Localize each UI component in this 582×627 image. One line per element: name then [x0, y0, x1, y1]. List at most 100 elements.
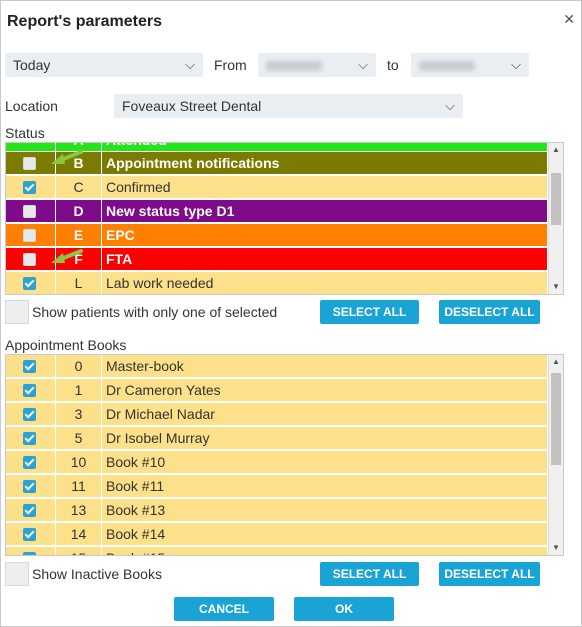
report-parameters-dialog: Report's parameters ✕ Today ⌵ From ⌵ to …: [0, 0, 582, 627]
row-checkbox-cell[interactable]: [6, 475, 56, 498]
scroll-up-icon[interactable]: ▲: [549, 143, 563, 157]
row-code: 0: [56, 355, 102, 378]
row-checkbox-cell[interactable]: [6, 379, 56, 402]
chevron-down-icon: ⌵: [358, 57, 368, 72]
only-one-checkbox[interactable]: [5, 300, 29, 324]
row-checkbox-cell[interactable]: [6, 403, 56, 426]
row-code: 13: [56, 499, 102, 522]
row-name: Appointment notifications: [106, 155, 280, 171]
books-scrollbar[interactable]: ▲ ▼: [548, 355, 563, 555]
status-scrollbar[interactable]: ▲ ▼: [548, 143, 563, 294]
row-checkbox-cell[interactable]: [6, 523, 56, 546]
unchecked-checkbox-icon[interactable]: [23, 253, 36, 266]
row-name: Lab work needed: [106, 275, 214, 291]
checked-checkbox-icon[interactable]: [23, 480, 36, 493]
row-checkbox-cell[interactable]: [6, 355, 56, 378]
row-checkbox-cell[interactable]: [6, 451, 56, 474]
status-name: Attended: [102, 143, 547, 152]
book-row[interactable]: 14 Book #14: [6, 523, 547, 546]
row-name: Book #15: [102, 547, 547, 555]
book-row[interactable]: 10 Book #10: [6, 451, 547, 474]
row-name: Book #11: [106, 478, 165, 494]
books-deselect-all-button[interactable]: DESELECT ALL: [439, 562, 540, 586]
row-name: Confirmed: [106, 179, 171, 195]
status-row-partial[interactable]: A Attended: [6, 143, 547, 152]
checked-checkbox-icon[interactable]: [23, 456, 36, 469]
row-checkbox-cell[interactable]: [6, 176, 56, 199]
status-deselect-all-button[interactable]: DESELECT ALL: [439, 300, 540, 324]
row-checkbox-cell[interactable]: [6, 427, 56, 450]
row-name: Dr Cameron Yates: [106, 382, 221, 398]
from-label: From: [214, 57, 247, 73]
row-code: 5: [56, 427, 102, 450]
from-date-select[interactable]: ⌵: [258, 53, 376, 77]
checked-checkbox-icon[interactable]: [23, 360, 36, 373]
scroll-down-icon[interactable]: ▼: [549, 280, 563, 294]
status-row[interactable]: D New status type D1: [6, 200, 547, 223]
checked-checkbox-icon[interactable]: [23, 277, 36, 290]
pointer-arrow-icon: [51, 249, 83, 263]
ok-button[interactable]: OK: [294, 597, 394, 621]
cancel-button[interactable]: CANCEL: [174, 597, 274, 621]
book-row[interactable]: 5 Dr Isobel Murray: [6, 427, 547, 450]
pointer-arrow-icon: [51, 150, 83, 164]
scroll-thumb[interactable]: [551, 373, 561, 465]
dialog-title: Report's parameters: [7, 13, 162, 30]
status-select-all-button[interactable]: SELECT ALL: [320, 300, 419, 324]
row-code: 1: [56, 379, 102, 402]
books-list[interactable]: 0 Master-book 1 Dr Cameron Yates 3 Dr Michael…: [5, 354, 564, 556]
unchecked-checkbox-icon[interactable]: [23, 157, 36, 170]
row-code: E: [56, 224, 102, 247]
row-checkbox-cell[interactable]: [6, 547, 56, 555]
row-checkbox-cell[interactable]: [6, 272, 56, 294]
to-date-value: [419, 61, 475, 72]
status-row[interactable]: L Lab work needed: [6, 272, 547, 294]
row-code: 3: [56, 403, 102, 426]
row-name: Dr Isobel Murray: [106, 430, 210, 446]
status-row[interactable]: B Appointment notifications: [6, 152, 547, 175]
checked-checkbox-icon[interactable]: [23, 181, 36, 194]
row-name: Master-book: [106, 358, 184, 374]
status-row[interactable]: F FTA: [6, 248, 547, 271]
row-name: Dr Michael Nadar: [106, 406, 215, 422]
unchecked-checkbox-icon[interactable]: [23, 229, 36, 242]
book-row[interactable]: 13 Book #13: [6, 499, 547, 522]
only-one-label: Show patients with only one of selected: [32, 304, 278, 320]
status-row[interactable]: C Confirmed: [6, 176, 547, 199]
to-date-select[interactable]: ⌵: [411, 53, 529, 77]
location-select[interactable]: Foveaux Street Dental ⌵: [114, 94, 463, 118]
checked-checkbox-icon[interactable]: [23, 552, 36, 555]
row-name: New status type D1: [106, 203, 235, 219]
status-list[interactable]: A Attended BAppointment notificationsCCo…: [5, 142, 564, 295]
row-checkbox-cell[interactable]: [6, 224, 56, 247]
checked-checkbox-icon[interactable]: [23, 504, 36, 517]
checked-checkbox-icon[interactable]: [23, 432, 36, 445]
book-row[interactable]: 1 Dr Cameron Yates: [6, 379, 547, 402]
period-select[interactable]: Today ⌵: [5, 53, 203, 77]
chevron-down-icon: ⌵: [445, 98, 455, 113]
checked-checkbox-icon[interactable]: [23, 528, 36, 541]
inactive-books-label: Show Inactive Books: [32, 566, 162, 582]
close-icon[interactable]: ✕: [563, 11, 575, 28]
scroll-up-icon[interactable]: ▲: [549, 355, 563, 369]
book-row[interactable]: 3 Dr Michael Nadar: [6, 403, 547, 426]
scroll-thumb[interactable]: [551, 173, 561, 225]
row-name: FTA: [106, 251, 133, 267]
row-checkbox-cell[interactable]: [6, 200, 56, 223]
scroll-down-icon[interactable]: ▼: [549, 541, 563, 555]
from-date-value: [266, 61, 322, 72]
book-row[interactable]: 0 Master-book: [6, 355, 547, 378]
unchecked-checkbox-icon[interactable]: [23, 205, 36, 218]
row-code: 15: [56, 547, 102, 555]
book-row[interactable]: 11 Book #11: [6, 475, 547, 498]
chevron-down-icon: ⌵: [185, 57, 195, 72]
status-row[interactable]: E EPC: [6, 224, 547, 247]
row-name: Book #14: [106, 526, 166, 542]
inactive-books-checkbox[interactable]: [5, 562, 29, 586]
row-checkbox-cell[interactable]: [6, 499, 56, 522]
books-select-all-button[interactable]: SELECT ALL: [320, 562, 419, 586]
to-label: to: [387, 57, 399, 73]
book-row-partial[interactable]: 15Book #15: [6, 547, 547, 555]
checked-checkbox-icon[interactable]: [23, 384, 36, 397]
checked-checkbox-icon[interactable]: [23, 408, 36, 421]
